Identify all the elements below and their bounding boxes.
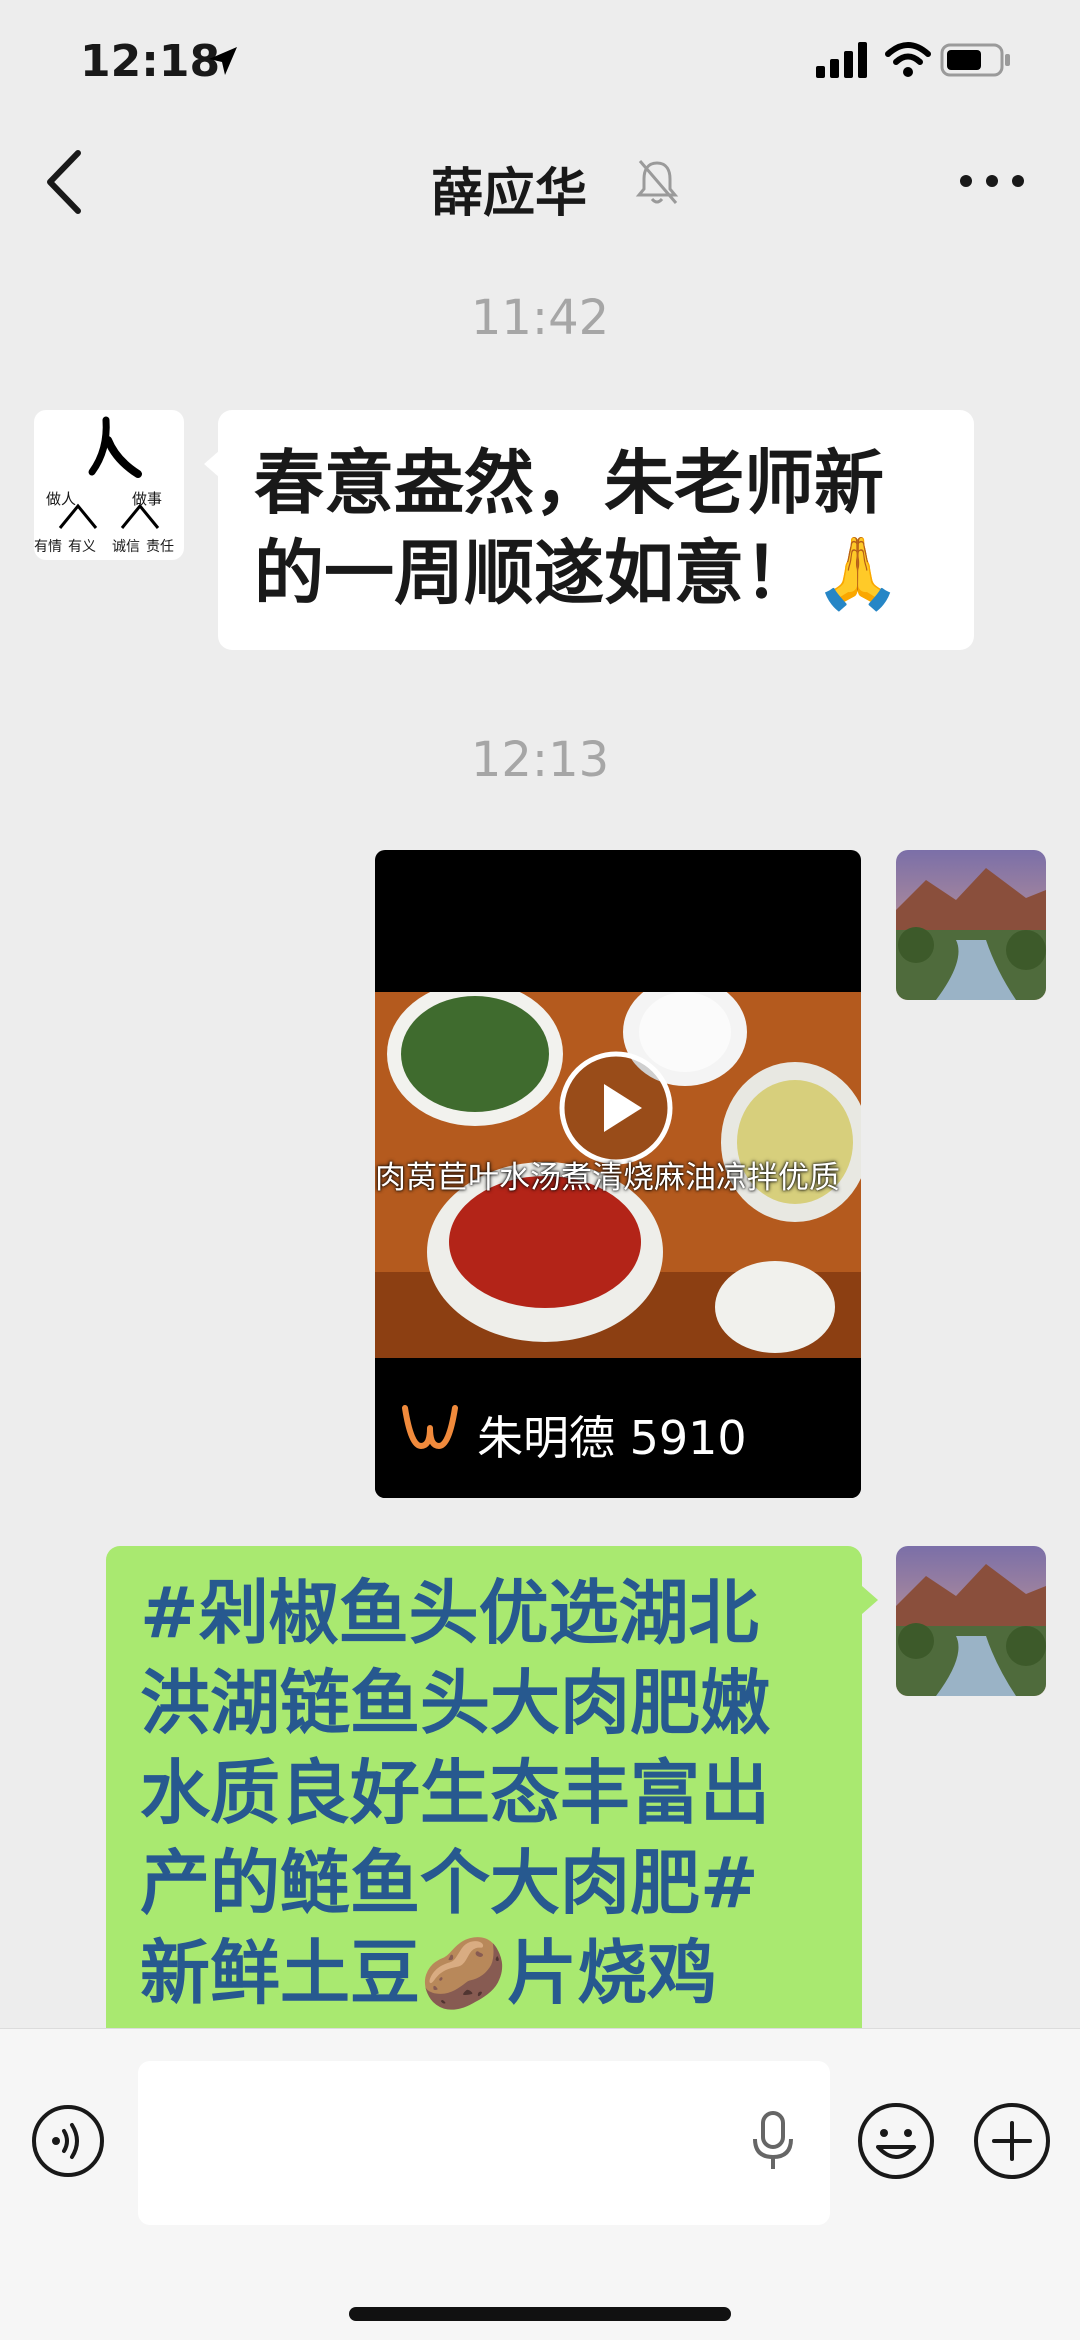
landscape-avatar-image <box>896 850 1046 1000</box>
channel-name: 朱明德 5910 <box>477 1411 747 1465</box>
avatar-label: 诚信 <box>112 539 140 555</box>
potato-emoji: 🥔 <box>420 1932 508 2014</box>
bubble-tail <box>204 450 220 478</box>
video-caption: 肉莴苣叶水汤煮清烧麻油凉拌优质 <box>375 1160 840 1194</box>
video-message-card[interactable]: 肉莴苣叶水汤煮清烧麻油凉拌优质 朱明德 5910 <box>375 850 861 1498</box>
message-line: 新鲜土豆🥔片烧鸡 <box>140 1928 770 2018</box>
pray-emoji: 🙏 <box>814 532 902 614</box>
cellular-signal-icon <box>816 42 867 78</box>
chat-title: 薛应华 <box>0 151 1080 226</box>
location-arrow-icon <box>209 47 237 75</box>
wifi-icon <box>885 42 931 77</box>
status-time: 12:18 <box>80 36 221 87</box>
avatar-label: 做人 <box>46 490 77 508</box>
message-line-text: 新鲜土豆 <box>140 1932 420 2014</box>
message-line-text: 的一周顺遂如意！ <box>254 532 814 614</box>
message-line: 洪湖链鱼头大肉肥嫩 <box>140 1662 770 1744</box>
play-icon[interactable] <box>556 1048 676 1168</box>
more-options-button[interactable] <box>956 161 1028 201</box>
home-indicator <box>349 2307 731 2321</box>
message-timestamp: 12:13 <box>470 732 610 788</box>
my-avatar[interactable] <box>896 850 1046 1000</box>
chat-title-text: 薛应华 <box>430 164 587 224</box>
contact-avatar[interactable]: 做人 做事 有情 有义 诚信 责任 <box>34 410 184 560</box>
received-message-bubble[interactable]: 春意盎然，朱老师新 的一周顺遂如意！🙏 <box>204 410 974 650</box>
voice-input-button[interactable] <box>30 2103 106 2179</box>
emoji-button[interactable] <box>856 2101 936 2181</box>
channels-logo-icon <box>402 1405 458 1449</box>
muted-bell-icon <box>635 160 679 204</box>
message-line: 的一周顺遂如意！🙏 <box>254 528 901 618</box>
status-bar: 12:18 <box>0 0 1080 125</box>
message-line-text: 片烧鸡 <box>507 1932 718 2014</box>
message-line: 春意盎然，朱老师新 <box>254 442 884 524</box>
message-text: 春意盎然，朱老师新 的一周顺遂如意！🙏 <box>254 438 901 618</box>
sent-message-bubble[interactable]: #剁椒鱼头优选湖北 洪湖链鱼头大肉肥嫩 水质良好生态丰富出 产的鲢鱼个大肉肥# … <box>106 1546 878 2046</box>
video-footer: 朱明德 5910 <box>375 1358 861 1498</box>
message-timestamp: 11:42 <box>470 290 610 346</box>
microphone-icon[interactable] <box>750 2111 796 2171</box>
my-avatar[interactable] <box>896 1546 1046 1696</box>
message-line: #剁椒鱼头优选湖北 <box>140 1572 759 1654</box>
add-attachment-button[interactable] <box>972 2101 1052 2181</box>
message-text: #剁椒鱼头优选湖北 洪湖链鱼头大肉肥嫩 水质良好生态丰富出 产的鲢鱼个大肉肥# … <box>140 1568 770 2018</box>
avatar-label: 有情 <box>34 539 62 555</box>
battery-icon <box>940 43 1010 77</box>
avatar-label: 有义 <box>68 539 96 555</box>
message-line: 水质良好生态丰富出 <box>140 1752 770 1834</box>
message-line: 产的鲢鱼个大肉肥# <box>140 1842 759 1924</box>
avatar-label: 做事 <box>132 490 163 508</box>
bubble-tail <box>862 1586 878 1614</box>
message-input[interactable] <box>138 2061 830 2225</box>
chat-header: 薛应华 <box>0 125 1080 240</box>
landscape-avatar-image <box>896 1546 1046 1696</box>
avatar-label: 责任 <box>146 539 174 555</box>
input-bar <box>0 2028 1080 2340</box>
